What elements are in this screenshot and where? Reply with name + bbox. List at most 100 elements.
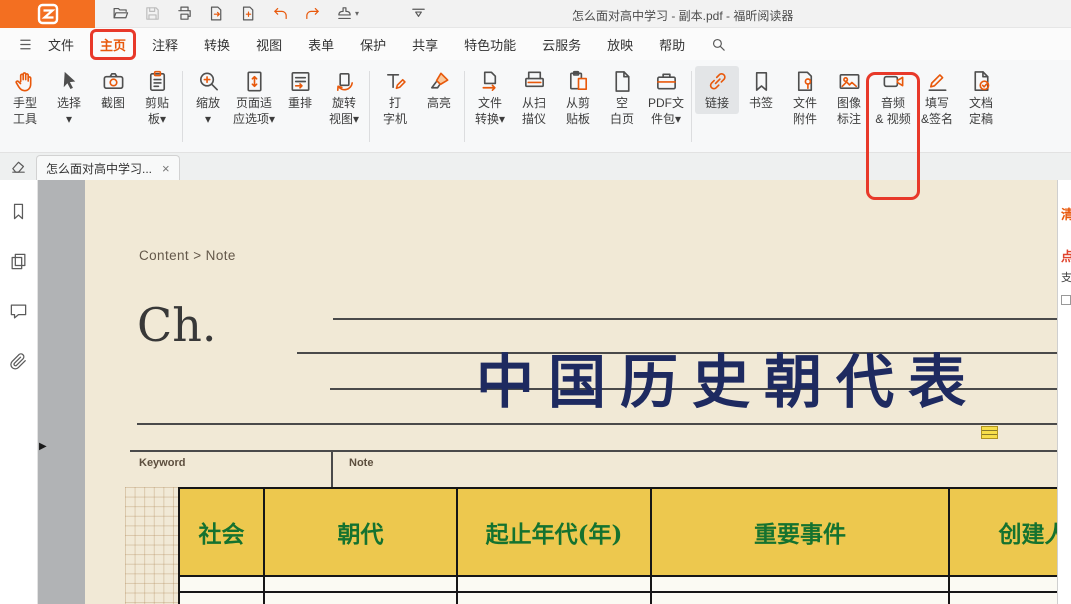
window-title: 怎么面对高中学习 - 副本.pdf - 福昕阅读器 bbox=[572, 7, 793, 24]
fill-sign-button[interactable]: 填写 &签名 bbox=[915, 66, 959, 128]
doc-finalize-label-2: 定稿 bbox=[969, 112, 993, 126]
audio-video-label-2: & 视频 bbox=[875, 112, 910, 126]
menu-home[interactable]: 主页 bbox=[99, 32, 127, 57]
menu-view[interactable]: 视图 bbox=[255, 32, 283, 57]
ribbon-separator bbox=[369, 71, 370, 142]
comments-panel-button[interactable] bbox=[9, 302, 28, 326]
file-attachment-icon bbox=[793, 69, 818, 94]
menu-cloud[interactable]: 云服务 bbox=[541, 32, 582, 57]
export-button[interactable] bbox=[207, 2, 226, 26]
attachments-panel-button[interactable] bbox=[9, 352, 28, 376]
sticky-note-annotation-icon[interactable] bbox=[981, 426, 998, 439]
file-convert-button[interactable]: 文件 转换▾ bbox=[468, 66, 512, 128]
search-icon bbox=[710, 36, 727, 53]
redo-button[interactable] bbox=[303, 2, 322, 26]
from-clipboard-label: 从剪 bbox=[566, 96, 590, 110]
right-panel-item[interactable]: 清 bbox=[1061, 204, 1071, 223]
rotate-view-icon bbox=[332, 69, 357, 94]
menu-protect[interactable]: 保护 bbox=[359, 32, 387, 57]
doc-finalize-label: 文档 bbox=[969, 96, 993, 110]
print-button[interactable] bbox=[175, 2, 194, 26]
document-tab-label: 怎么面对高中学习... bbox=[46, 160, 152, 177]
search-button[interactable] bbox=[710, 36, 727, 53]
pdf-portfolio-button[interactable]: PDF文 件包▾ bbox=[644, 66, 688, 128]
image-icon bbox=[837, 69, 862, 94]
ruled-line bbox=[130, 450, 1057, 452]
file-attachment-button[interactable]: 文件 附件 bbox=[783, 66, 827, 128]
right-panel-checkbox[interactable] bbox=[1061, 295, 1071, 305]
blank-page-label: 空 bbox=[616, 96, 628, 110]
reflow-button[interactable]: 重排 bbox=[278, 66, 322, 114]
from-scanner-button[interactable]: 从扫 描仪 bbox=[512, 66, 556, 128]
foxit-logo[interactable] bbox=[0, 0, 95, 28]
right-panel-item: 支 bbox=[1061, 269, 1071, 285]
doc-finalize-button[interactable]: 文档 定稿 bbox=[959, 66, 1003, 128]
from-clipboard-button[interactable]: 从剪 贴板 bbox=[556, 66, 600, 128]
table-cell bbox=[950, 577, 1057, 593]
rotate-view-button[interactable]: 旋转 视图▾ bbox=[322, 66, 366, 128]
link-label: 链接 bbox=[705, 96, 729, 110]
hand-icon bbox=[13, 69, 38, 94]
menu-home-label: 主页 bbox=[100, 38, 126, 53]
scanner-icon bbox=[522, 69, 547, 94]
blank-page-button[interactable]: 空 白页 bbox=[600, 66, 644, 128]
table-cell bbox=[265, 577, 458, 593]
snapshot-button[interactable]: 截图 bbox=[91, 66, 135, 114]
quick-access-toolbar: ▾ bbox=[95, 2, 428, 26]
tab-close-button[interactable]: × bbox=[162, 162, 170, 175]
highlighter-icon bbox=[427, 69, 452, 94]
table-cell bbox=[652, 577, 950, 593]
menu-present[interactable]: 放映 bbox=[606, 32, 634, 57]
hand-tool-button[interactable]: 手型 工具 bbox=[3, 66, 47, 128]
new-page-button[interactable] bbox=[239, 2, 258, 26]
right-panel-item[interactable]: 点 bbox=[1061, 246, 1071, 265]
document-tab[interactable]: 怎么面对高中学习... × bbox=[36, 155, 180, 180]
menu-convert[interactable]: 转换 bbox=[203, 32, 231, 57]
fit-page-options-button[interactable]: 页面适 应选项▾ bbox=[230, 66, 278, 128]
chapter-heading: Ch. bbox=[137, 298, 216, 352]
table-header-cell: 社会 bbox=[178, 489, 265, 575]
menu-share[interactable]: 共享 bbox=[411, 32, 439, 57]
reflow-icon bbox=[288, 69, 313, 94]
pages-panel-button[interactable] bbox=[9, 252, 28, 276]
clipboard-button[interactable]: 剪贴 板▾ bbox=[135, 66, 179, 128]
eraser-tool-button[interactable] bbox=[10, 158, 27, 175]
menu-help[interactable]: 帮助 bbox=[658, 32, 686, 57]
paste-icon bbox=[566, 69, 591, 94]
table-cell bbox=[458, 577, 652, 593]
paperclip-icon bbox=[9, 352, 28, 371]
table-cell bbox=[178, 593, 265, 604]
menu-features[interactable]: 特色功能 bbox=[463, 32, 517, 57]
bookmark-label: 书签 bbox=[749, 96, 773, 110]
highlight-button[interactable]: 高亮 bbox=[417, 66, 461, 114]
hamburger-menu-button[interactable] bbox=[18, 36, 35, 53]
menu-file[interactable]: 文件 bbox=[47, 32, 75, 57]
customize-toolbar-button[interactable] bbox=[409, 2, 428, 26]
rotate-view-label: 旋转 bbox=[332, 96, 356, 110]
link-button[interactable]: 链接 bbox=[695, 66, 739, 114]
undo-button[interactable] bbox=[271, 2, 290, 26]
printer-icon bbox=[176, 5, 193, 22]
stamp-icon bbox=[336, 5, 353, 22]
bookmarks-panel-button[interactable] bbox=[9, 202, 28, 226]
menu-form[interactable]: 表单 bbox=[307, 32, 335, 57]
open-button[interactable] bbox=[111, 2, 130, 26]
table-header-row: 社会 朝代 起止年代(年) 重要事件 创建人 bbox=[178, 487, 1057, 577]
select-button[interactable]: 选择 ▾ bbox=[47, 66, 91, 128]
zoom-button[interactable]: 缩放 ▾ bbox=[186, 66, 230, 128]
fit-page-label: 页面适 bbox=[236, 96, 272, 110]
typewriter-button[interactable]: 打 字机 bbox=[373, 66, 417, 128]
typewriter-label: 打 bbox=[389, 96, 401, 110]
document-tab-bar: 怎么面对高中学习... × bbox=[0, 153, 1071, 180]
table-cell bbox=[950, 593, 1057, 604]
panel-expand-handle[interactable]: ▶ bbox=[39, 442, 47, 452]
image-annotation-button[interactable]: 图像 标注 bbox=[827, 66, 871, 128]
table-header-cell: 朝代 bbox=[265, 489, 458, 575]
link-icon bbox=[705, 69, 730, 94]
menu-comment[interactable]: 注释 bbox=[151, 32, 179, 57]
audio-video-button[interactable]: 音频 & 视频 bbox=[871, 66, 915, 128]
table-row bbox=[178, 593, 1057, 604]
save-button[interactable] bbox=[143, 2, 162, 26]
bookmark-button[interactable]: 书签 bbox=[739, 66, 783, 114]
stamp-tool-button[interactable]: ▾ bbox=[335, 2, 360, 26]
